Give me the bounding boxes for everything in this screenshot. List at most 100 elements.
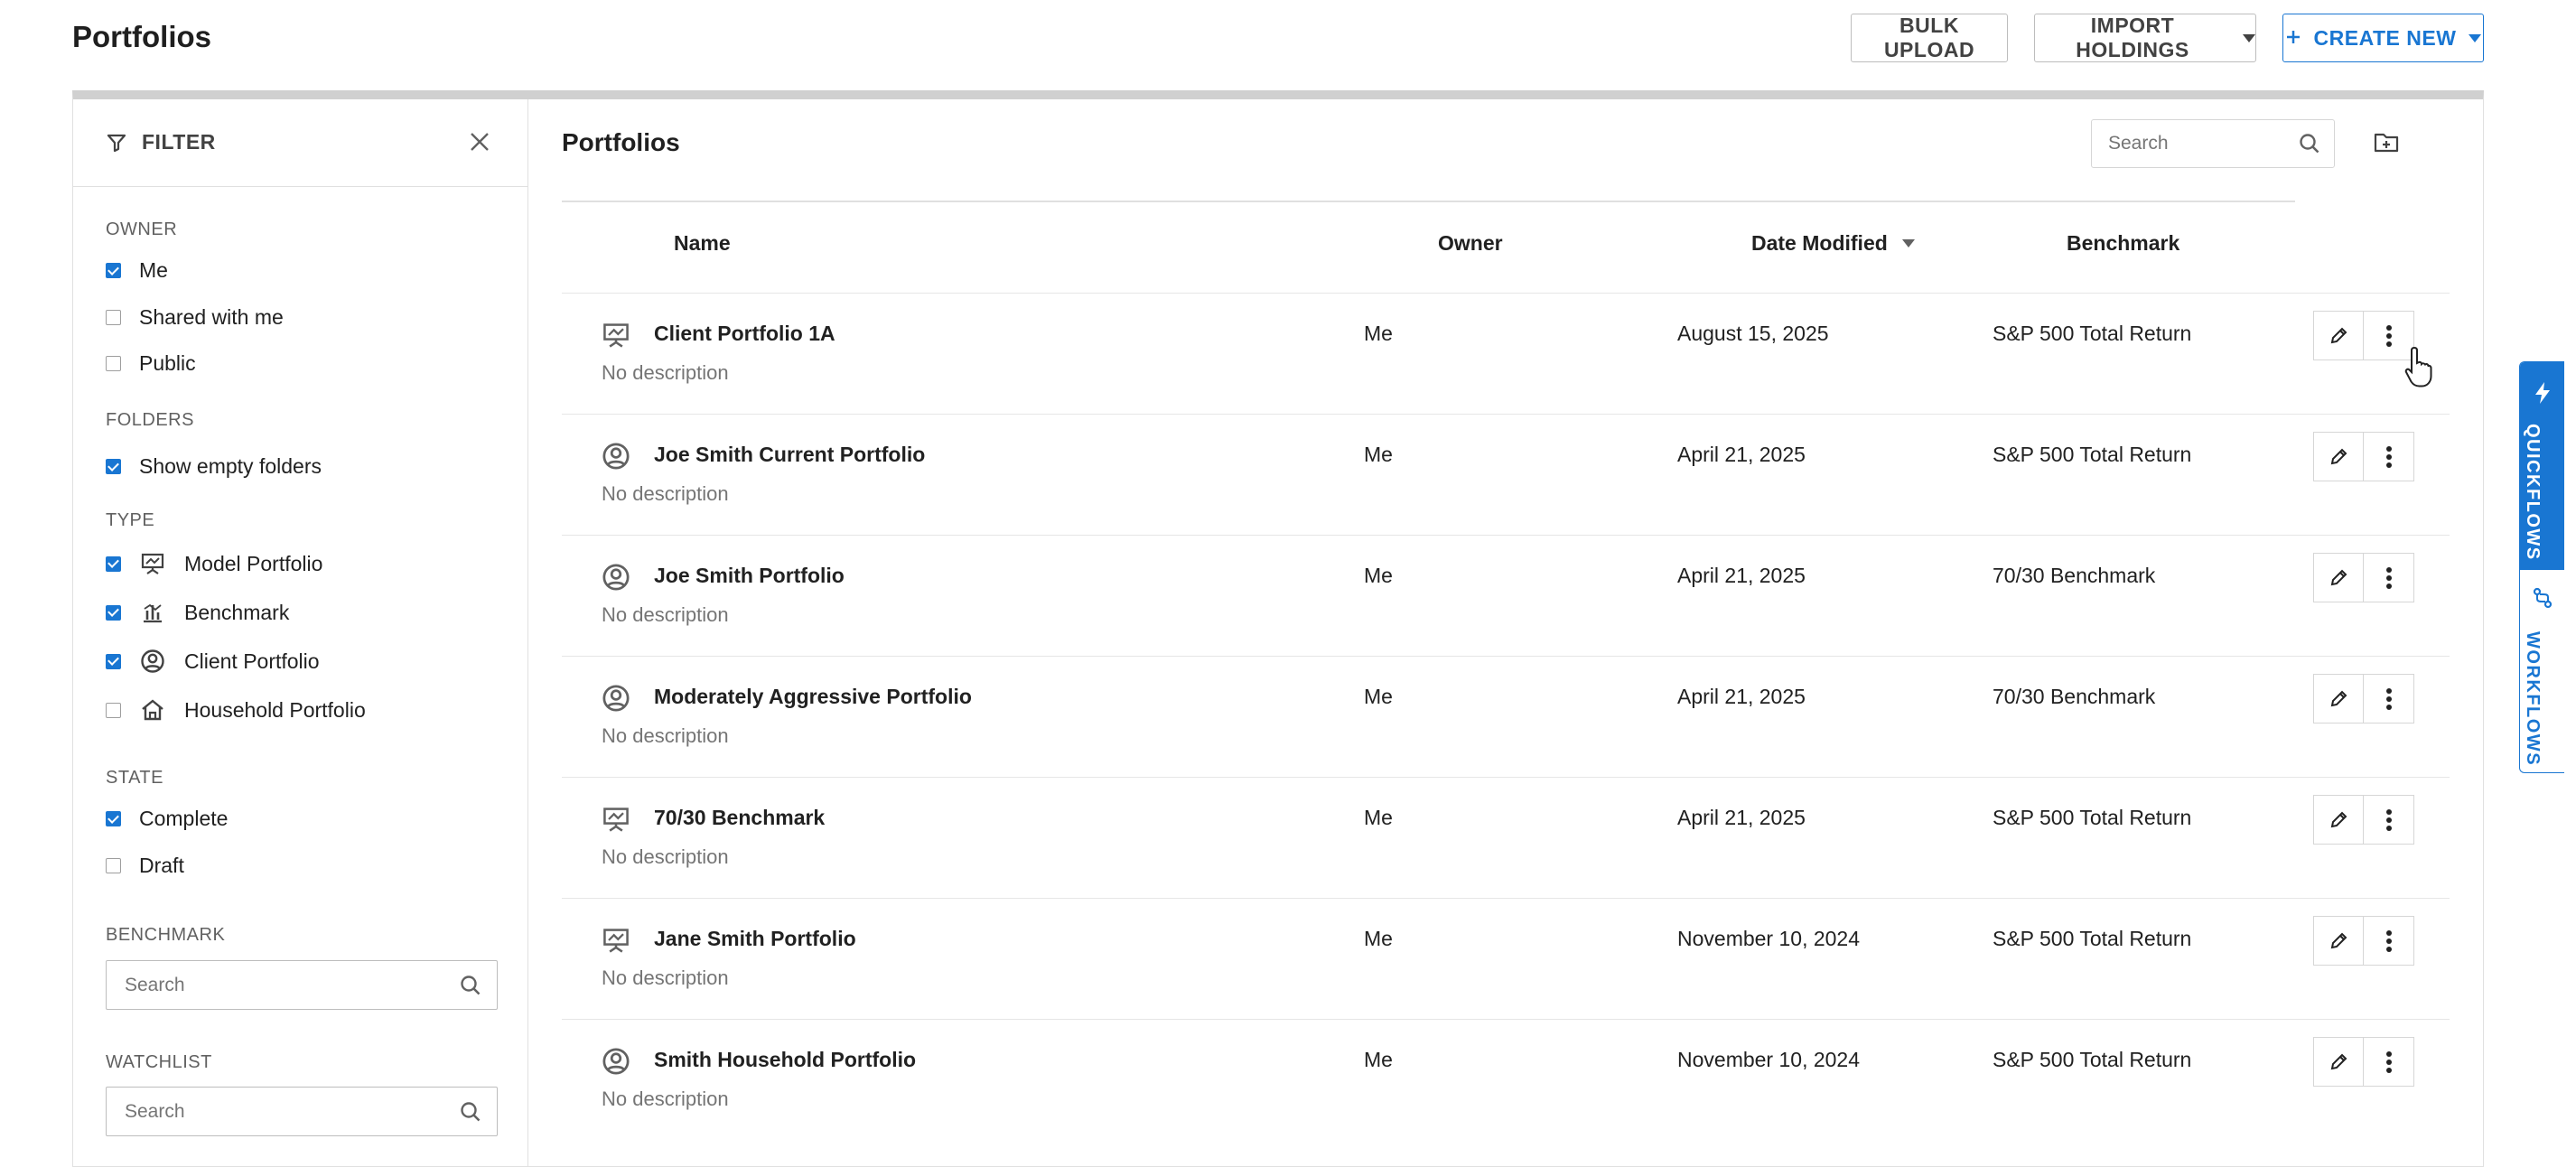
owner-option-me[interactable]: Me — [106, 258, 168, 283]
type-option-model-portfolio[interactable]: Model Portfolio — [106, 550, 322, 577]
column-header-benchmark[interactable]: Benchmark — [2067, 231, 2179, 256]
more-vertical-icon[interactable] — [2364, 916, 2414, 966]
table-row[interactable]: Smith Household Portfolio No description M… — [562, 1019, 2450, 1140]
portfolio-name[interactable]: Client Portfolio 1A — [654, 322, 835, 346]
state-section-label: STATE — [106, 768, 163, 788]
column-header-label: Name — [674, 231, 731, 255]
checkbox[interactable] — [106, 702, 121, 718]
checkbox[interactable] — [106, 356, 121, 371]
workflow-icon — [2532, 586, 2553, 614]
sort-descending-icon[interactable] — [1901, 239, 1915, 247]
type-option-client-portfolio[interactable]: Client Portfolio — [106, 648, 320, 675]
list-search-field[interactable] — [2091, 119, 2335, 168]
portfolio-description: No description — [602, 966, 729, 989]
column-header-date-modified[interactable]: Date Modified — [1751, 231, 1915, 256]
checkbox[interactable] — [106, 811, 121, 826]
portfolio-name[interactable]: Moderately Aggressive Portfolio — [654, 685, 972, 709]
table-row[interactable]: Jane Smith Portfolio No description Me Nove… — [562, 898, 2450, 1019]
more-vertical-icon[interactable] — [2364, 674, 2414, 724]
state-option-draft[interactable]: Draft — [106, 854, 184, 878]
portfolio-description: No description — [602, 482, 729, 505]
portfolio-name[interactable]: 70/30 Benchmark — [654, 806, 825, 830]
filter-funnel-icon — [106, 132, 127, 158]
column-header-owner[interactable]: Owner — [1438, 231, 1503, 256]
table-row[interactable]: 70/30 Benchmark No description Me April 21,… — [562, 777, 2450, 898]
house-icon — [139, 696, 166, 724]
edit-pencil-icon[interactable] — [2313, 795, 2364, 845]
portfolio-date-modified: August 15, 2025 — [1677, 322, 1829, 345]
benchmark-chart-icon — [139, 599, 166, 626]
create-new-button[interactable]: CREATE NEW — [2282, 14, 2484, 62]
edit-pencil-icon[interactable] — [2313, 674, 2364, 724]
edit-pencil-icon[interactable] — [2313, 553, 2364, 602]
column-header-label: Date Modified — [1751, 231, 1888, 255]
table-row[interactable]: Moderately Aggressive Portfolio No descri… — [562, 656, 2450, 777]
search-icon[interactable] — [459, 974, 482, 1002]
edit-pencil-icon[interactable] — [2313, 432, 2364, 481]
checkbox[interactable] — [106, 653, 121, 669]
benchmark-search-field[interactable] — [106, 960, 498, 1010]
easel-icon — [602, 926, 630, 955]
owner-option-public[interactable]: Public — [106, 351, 196, 376]
row-actions — [2313, 432, 2414, 481]
easel-icon — [602, 321, 630, 350]
column-header-label: Benchmark — [2067, 231, 2180, 255]
checkbox[interactable] — [106, 858, 121, 873]
portfolio-name[interactable]: Joe Smith Current Portfolio — [654, 443, 925, 467]
checkbox[interactable] — [106, 310, 121, 325]
more-vertical-icon[interactable] — [2364, 1037, 2414, 1087]
owner-option-shared[interactable]: Shared with me — [106, 305, 284, 330]
more-vertical-icon[interactable] — [2364, 553, 2414, 602]
type-section-label: TYPE — [106, 510, 155, 530]
watchlist-search-input[interactable] — [107, 1088, 432, 1135]
portfolio-date-modified: November 10, 2024 — [1677, 1048, 1861, 1071]
search-icon[interactable] — [459, 1100, 482, 1128]
list-search-input[interactable] — [2092, 120, 2282, 167]
portfolio-name[interactable]: Joe Smith Portfolio — [654, 564, 845, 588]
checkbox[interactable] — [106, 555, 121, 572]
portfolio-description: No description — [602, 724, 729, 747]
portfolio-benchmark: S&P 500 Total Return — [1993, 322, 2192, 345]
benchmark-search-input[interactable] — [107, 961, 432, 1009]
row-actions — [2313, 553, 2414, 602]
checkbox[interactable] — [106, 604, 121, 621]
workflows-tab[interactable]: WORKFLOWS — [2520, 570, 2564, 772]
search-icon[interactable] — [2298, 132, 2321, 160]
watchlist-search-field[interactable] — [106, 1087, 498, 1136]
option-label: Model Portfolio — [184, 551, 323, 575]
portfolio-name[interactable]: Smith Household Portfolio — [654, 1048, 916, 1072]
table-row[interactable]: Joe Smith Current Portfolio No descriptio… — [562, 414, 2450, 535]
import-holdings-label: IMPORT HOLDINGS — [2076, 14, 2189, 61]
table-row[interactable]: Joe Smith Portfolio No description Me April… — [562, 535, 2450, 656]
edit-pencil-icon[interactable] — [2313, 311, 2364, 360]
filter-header: FILTER — [73, 99, 527, 187]
row-actions — [2313, 674, 2414, 724]
table-row[interactable]: Client Portfolio 1A No description Me Augus… — [562, 293, 2450, 414]
more-vertical-icon[interactable] — [2364, 432, 2414, 481]
folders-option-show-empty[interactable]: Show empty folders — [106, 454, 322, 479]
more-vertical-icon[interactable] — [2364, 795, 2414, 845]
checkbox[interactable] — [106, 263, 121, 278]
portfolio-owner: Me — [1364, 927, 1393, 950]
close-icon[interactable] — [468, 130, 491, 158]
import-holdings-button[interactable]: IMPORT HOLDINGS — [2034, 14, 2256, 62]
chevron-down-icon — [2469, 33, 2482, 42]
portfolio-date-modified: April 21, 2025 — [1677, 806, 1806, 829]
portfolio-name[interactable]: Jane Smith Portfolio — [654, 927, 856, 951]
checkbox[interactable] — [106, 459, 121, 474]
option-label: Shared with me — [139, 305, 284, 329]
portfolio-benchmark: 70/30 Benchmark — [1993, 685, 2156, 708]
quickflows-tab[interactable]: QUICKFLOWS — [2520, 362, 2564, 570]
edit-pencil-icon[interactable] — [2313, 1037, 2364, 1087]
new-folder-icon[interactable] — [2373, 128, 2400, 160]
filter-panel: FILTER OWNER Me Shared with me Public FO… — [73, 99, 528, 1166]
type-option-benchmark[interactable]: Benchmark — [106, 599, 289, 626]
portfolio-owner: Me — [1364, 685, 1393, 708]
portfolio-benchmark: S&P 500 Total Return — [1993, 806, 2192, 829]
portfolio-date-modified: November 10, 2024 — [1677, 927, 1861, 950]
bulk-upload-button[interactable]: BULK UPLOAD — [1851, 14, 2008, 62]
column-header-name[interactable]: Name — [674, 231, 731, 256]
type-option-household-portfolio[interactable]: Household Portfolio — [106, 696, 366, 724]
edit-pencil-icon[interactable] — [2313, 916, 2364, 966]
state-option-complete[interactable]: Complete — [106, 807, 228, 831]
